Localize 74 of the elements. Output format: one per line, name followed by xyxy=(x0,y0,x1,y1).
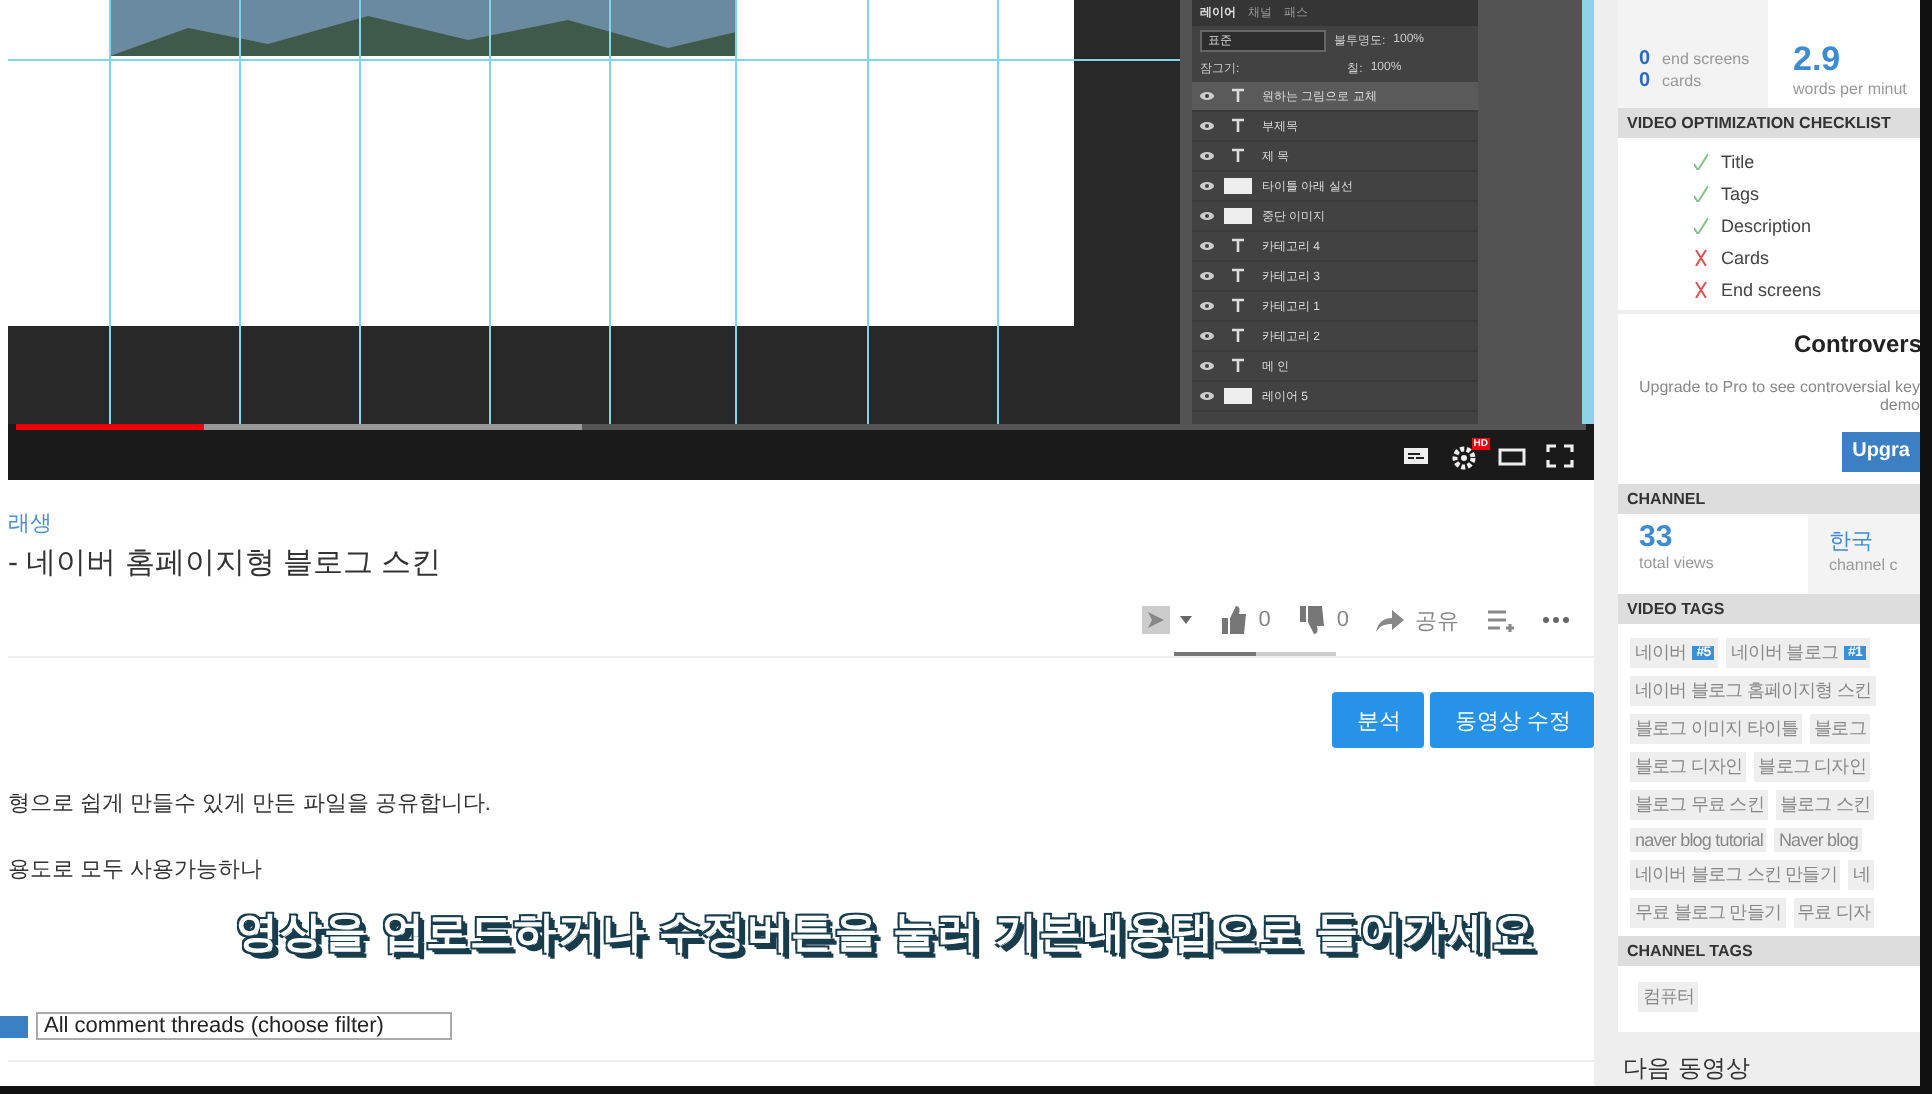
up-next-heading: 다음 동영상 xyxy=(1620,1052,1752,1086)
fullscreen-icon[interactable] xyxy=(1546,443,1574,467)
video-tag[interactable]: Naver blog xyxy=(1774,828,1862,853)
upgrade-button[interactable]: Upgra xyxy=(1842,431,1920,472)
more-icon[interactable] xyxy=(1542,616,1571,624)
video-tag[interactable]: 네 xyxy=(1848,860,1874,891)
channel-tag[interactable]: 컴퓨터 xyxy=(1638,982,1699,1013)
thumbs-up-icon[interactable] xyxy=(1220,606,1249,634)
eye-icon[interactable] xyxy=(1200,272,1214,280)
settings-icon[interactable] xyxy=(1450,445,1478,469)
total-views-value: 33 xyxy=(1638,519,1675,554)
theater-mode-icon[interactable] xyxy=(1498,443,1526,467)
video-tag[interactable]: 네이버 블로그 스킨 만들기 xyxy=(1630,860,1841,891)
stat-label: total views xyxy=(1638,553,1716,572)
share-button[interactable]: 공유 xyxy=(1376,605,1459,635)
progress-bar[interactable] xyxy=(16,424,1586,430)
eye-icon[interactable] xyxy=(1200,392,1214,400)
checklist-item: Tags xyxy=(1720,183,1759,204)
comment-filter-dropdown[interactable]: All comment threads (choose filter) xyxy=(36,1012,452,1040)
video-tag[interactable]: 무료 블로그 만들기 xyxy=(1630,898,1785,929)
caret-icon[interactable] xyxy=(1180,616,1193,624)
video-tag[interactable]: 블로그 스킨 xyxy=(1775,790,1874,821)
description-line: 형으로 쉽게 만들수 있게 만든 파일을 공유합니다. xyxy=(8,790,493,818)
action-button[interactable]: 동영상 수정 xyxy=(1430,692,1595,748)
eye-icon[interactable] xyxy=(1200,212,1214,220)
eye-icon[interactable] xyxy=(1200,242,1214,250)
stat-label: words per minut xyxy=(1792,80,1907,98)
eye-icon[interactable] xyxy=(1200,332,1214,340)
words-per-minute-value: 2.9 xyxy=(1792,40,1843,80)
layer-thumbnail xyxy=(1224,388,1252,404)
upgrade-text: Upgrade to Pro to see controversial key xyxy=(1638,377,1920,396)
video-title: - 네이버 홈페이지형 블로그 스킨 xyxy=(8,544,444,582)
video-caption: 영상을 업로드하거나 수정버튼을 눌러 기본내용탭으로 들어가세요 xyxy=(236,908,1537,960)
checklist-item: Cards xyxy=(1720,247,1769,268)
checklist-item: Description xyxy=(1720,215,1812,236)
eye-icon[interactable] xyxy=(1200,92,1214,100)
section-header: CHANNEL TAGS xyxy=(1618,936,1920,967)
add-to-icon[interactable] xyxy=(1142,606,1171,634)
video-tag[interactable]: 블로그 디자인 xyxy=(1630,752,1747,783)
share-arrow-icon xyxy=(1376,606,1405,634)
eye-icon[interactable] xyxy=(1200,362,1214,370)
section-header: VIDEO TAGS xyxy=(1618,594,1920,625)
layer-thumbnail xyxy=(1224,178,1252,194)
video-tag[interactable]: 블로그 디자인 xyxy=(1754,752,1870,783)
action-button[interactable]: 분석 xyxy=(1332,692,1425,748)
eye-icon[interactable] xyxy=(1200,152,1214,160)
channel-link[interactable]: 래생 xyxy=(8,508,1595,538)
video-tag[interactable]: naver blog tutorial xyxy=(1630,828,1767,853)
add-to-playlist-icon[interactable] xyxy=(1486,606,1515,634)
description-line: 용도로 모두 사용가능하나 xyxy=(8,856,265,884)
video-tag[interactable]: 네이버 블로그 홈페이지형 스킨 xyxy=(1630,676,1876,707)
video-tag[interactable]: 블로그 무료 스킨 xyxy=(1630,790,1768,821)
video-tag[interactable]: 블로그 이미지 타이틀 xyxy=(1630,714,1803,745)
stat-label: channel c xyxy=(1828,555,1900,574)
video-tag[interactable]: 블로그 xyxy=(1810,714,1870,745)
like-count: 0 xyxy=(1258,608,1271,632)
section-header: CHANNEL xyxy=(1618,483,1920,514)
eye-icon[interactable] xyxy=(1200,302,1214,310)
dislike-count: 0 xyxy=(1336,608,1349,632)
stat-label: cards xyxy=(1662,72,1702,90)
cards-count: 0 xyxy=(1638,70,1651,92)
layer-thumbnail xyxy=(1224,208,1252,224)
subtitles-icon[interactable] xyxy=(1402,443,1430,467)
upgrade-text: demo xyxy=(1879,395,1920,414)
video-tag[interactable]: 무료 디자 xyxy=(1793,898,1875,929)
section-header: VIDEO OPTIMIZATION CHECKLIST xyxy=(1618,107,1920,138)
checklist-item: End screens xyxy=(1720,279,1822,300)
thumbs-down-icon[interactable] xyxy=(1298,606,1327,634)
end-screens-count: 0 xyxy=(1638,48,1651,70)
eye-icon[interactable] xyxy=(1200,122,1214,130)
channel-country-value: 한국 xyxy=(1828,527,1875,556)
eye-icon[interactable] xyxy=(1200,182,1214,190)
stat-label: end screens xyxy=(1662,50,1750,68)
checklist-item: Title xyxy=(1720,151,1755,172)
